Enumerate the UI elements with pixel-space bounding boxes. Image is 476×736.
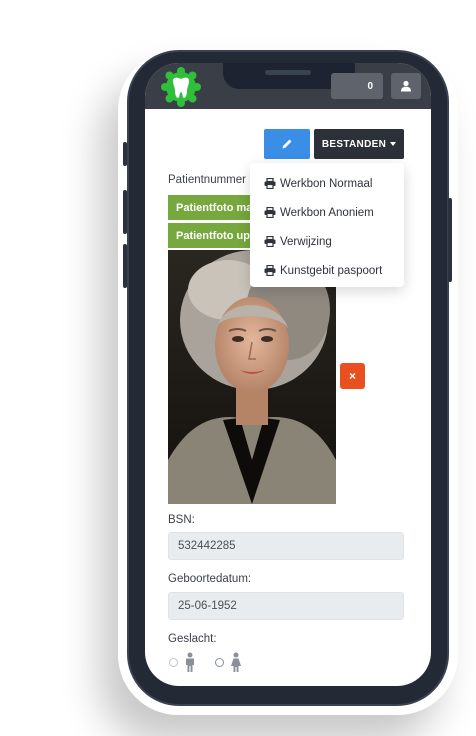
phone-volume-down <box>123 244 127 288</box>
menu-item-kunstgebit-paspoort[interactable]: Kunstgebit paspoort <box>250 256 404 285</box>
files-dropdown-menu: Werkbon Normaal Werkbon Anoniem Verwijzi… <box>250 163 404 287</box>
menu-item-label: Werkbon Anoniem <box>280 206 374 219</box>
files-dropdown-button[interactable]: BESTANDEN <box>314 129 404 159</box>
menu-item-werkbon-anoniem[interactable]: Werkbon Anoniem <box>250 198 404 227</box>
files-button-label: BESTANDEN <box>321 138 387 150</box>
top-navbar: 0 <box>145 63 431 109</box>
menu-item-label: Werkbon Normaal <box>280 177 373 190</box>
caret-down-icon <box>390 142 397 146</box>
gender-female-radio[interactable] <box>215 657 224 667</box>
user-menu-button[interactable] <box>391 73 421 99</box>
male-icon <box>186 652 194 672</box>
gender-option-male[interactable] <box>169 651 197 673</box>
patientnummer-label: Patientnummer <box>168 174 246 186</box>
printer-icon <box>264 236 276 247</box>
notification-button[interactable]: 0 <box>331 73 383 99</box>
dob-label: Geboortedatum: <box>168 573 252 585</box>
phone-speaker <box>265 70 311 75</box>
gender-option-female[interactable] <box>215 651 243 673</box>
pencil-icon <box>282 139 292 149</box>
dob-input[interactable]: 25-06-1952 <box>168 592 404 620</box>
menu-item-label: Verwijzing <box>280 235 332 248</box>
patient-photo <box>168 250 336 504</box>
tooth-logo-icon[interactable] <box>161 67 201 107</box>
female-icon <box>231 652 241 672</box>
gender-male-radio[interactable] <box>169 657 178 667</box>
user-icon <box>401 80 411 92</box>
printer-icon <box>264 207 276 218</box>
menu-item-werkbon-normaal[interactable]: Werkbon Normaal <box>250 169 404 198</box>
phone-volume-up <box>123 190 127 234</box>
menu-item-label: Kunstgebit paspoort <box>280 264 383 277</box>
bsn-input[interactable]: 532442285 <box>168 532 404 560</box>
upload-photo-button[interactable]: Patientfoto uploaden <box>168 223 258 248</box>
take-photo-button[interactable]: Patientfoto maken <box>168 195 258 220</box>
menu-item-verwijzing[interactable]: Verwijzing <box>250 227 404 256</box>
notification-count: 0 <box>367 80 373 92</box>
gender-label: Geslacht: <box>168 633 217 645</box>
printer-icon <box>264 265 276 276</box>
delete-photo-button[interactable]: × <box>340 363 365 389</box>
printer-icon <box>264 178 276 189</box>
edit-button[interactable] <box>264 129 310 159</box>
phone-side-button <box>123 142 127 166</box>
phone-power-button <box>448 198 452 282</box>
bsn-label: BSN: <box>168 514 195 526</box>
phone-screen: 0 BESTANDEN Patientnummer Patientfoto ma… <box>145 63 431 686</box>
